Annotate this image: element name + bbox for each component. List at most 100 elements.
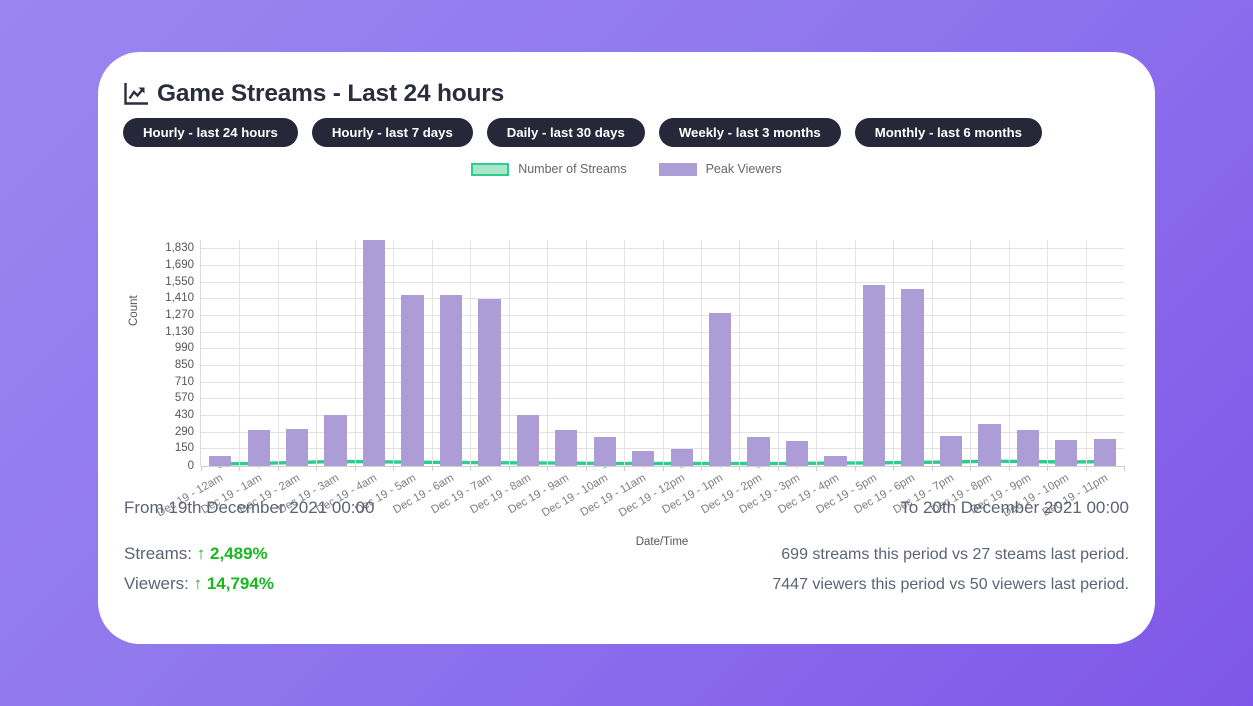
chart-bar[interactable]: [1017, 430, 1039, 466]
chart-bar[interactable]: [324, 415, 346, 466]
chart-gridline-vertical: [816, 240, 817, 466]
x-axis-tick: [509, 466, 510, 471]
legend-label-streams: Number of Streams: [518, 162, 626, 176]
x-axis-tick: [816, 466, 817, 471]
chart-gridline-vertical: [239, 240, 240, 466]
viewers-stat-row: Viewers: ↑ 14,794% 7447 viewers this per…: [124, 574, 1129, 594]
chart-bar[interactable]: [940, 436, 962, 466]
streams-change-pct: ↑ 2,489%: [197, 544, 268, 563]
y-axis-tick-label: 710: [175, 376, 194, 388]
x-axis-tick: [932, 466, 933, 471]
chart-bar[interactable]: [709, 313, 731, 466]
x-axis-tick: [778, 466, 779, 471]
y-axis-tick-label: 1,830: [165, 242, 194, 254]
x-axis-tick: [432, 466, 433, 471]
x-axis-tick: [1047, 466, 1048, 471]
chart-gridline-vertical: [278, 240, 279, 466]
viewers-stat-detail: 7447 viewers this period vs 50 viewers l…: [772, 576, 1129, 594]
x-axis-tick: [1124, 466, 1125, 471]
chart-line-icon: [124, 83, 148, 105]
y-axis-tick-label: 1,690: [165, 259, 194, 271]
x-axis-tick: [855, 466, 856, 471]
chart-bar[interactable]: [1055, 440, 1077, 466]
dashboard-card: Game Streams - Last 24 hours Hourly - la…: [98, 52, 1155, 644]
chart-bar[interactable]: [594, 437, 616, 466]
x-axis-tick: [893, 466, 894, 471]
range-button-daily-30d[interactable]: Daily - last 30 days: [487, 118, 645, 147]
x-axis-tick: [278, 466, 279, 471]
y-axis-tick-label: 1,550: [165, 276, 194, 288]
chart-bar[interactable]: [209, 456, 231, 466]
y-axis-tick-label: 570: [175, 392, 194, 404]
chart-bar[interactable]: [747, 437, 769, 466]
streams-stat-row: Streams: ↑ 2,489% 699 streams this perio…: [124, 544, 1129, 564]
chart-bar[interactable]: [363, 240, 385, 466]
date-range-from: From 19th December 2021 00:00: [124, 498, 374, 518]
chart-gridline-vertical: [355, 240, 356, 466]
legend-swatch-viewers-icon: [659, 163, 697, 176]
x-axis-tick: [701, 466, 702, 471]
chart-bar[interactable]: [286, 429, 308, 466]
chart-bar[interactable]: [632, 451, 654, 466]
y-axis-tick-label: 990: [175, 342, 194, 354]
chart-bar[interactable]: [555, 430, 577, 466]
x-axis-tick: [1086, 466, 1087, 471]
legend-item-viewers[interactable]: Peak Viewers: [659, 162, 782, 176]
y-axis-labels: 01502904305707108509901,1301,2701,4101,5…: [142, 240, 194, 466]
chart-bar[interactable]: [248, 430, 270, 466]
chart-gridline-vertical: [932, 240, 933, 466]
y-axis-tick-label: 850: [175, 359, 194, 371]
x-axis-tick: [624, 466, 625, 471]
x-axis-tick: [739, 466, 740, 471]
chart-gridline-vertical: [509, 240, 510, 466]
chart-gridline-vertical: [1086, 240, 1087, 466]
chart-bar[interactable]: [1094, 439, 1116, 466]
chart-bar[interactable]: [786, 441, 808, 466]
chart-gridline-vertical: [1009, 240, 1010, 466]
chart-gridline-vertical: [701, 240, 702, 466]
range-button-weekly-3m[interactable]: Weekly - last 3 months: [659, 118, 841, 147]
range-button-hourly-7d[interactable]: Hourly - last 7 days: [312, 118, 473, 147]
date-range-to: To 20th December 2021 00:00: [900, 498, 1129, 518]
chart-gridline-vertical: [893, 240, 894, 466]
legend-item-streams[interactable]: Number of Streams: [471, 162, 626, 176]
y-axis-tick-label: 1,270: [165, 309, 194, 321]
chart-gridline-vertical: [739, 240, 740, 466]
summary-footer: From 19th December 2021 00:00 To 20th De…: [124, 498, 1129, 604]
chart-bar[interactable]: [978, 424, 1000, 466]
chart-legend: Number of Streams Peak Viewers: [98, 162, 1155, 176]
x-axis-tick: [316, 466, 317, 471]
chart-bar[interactable]: [517, 415, 539, 466]
x-axis-tick: [547, 466, 548, 471]
y-axis-tick-label: 1,130: [165, 326, 194, 338]
chart-gridline-vertical: [663, 240, 664, 466]
y-axis-tick-label: 290: [175, 426, 194, 438]
chart-gridline-vertical: [1047, 240, 1048, 466]
x-axis-tick: [355, 466, 356, 471]
chart-bar[interactable]: [440, 295, 462, 466]
y-axis-title: Count: [128, 295, 140, 326]
viewers-stat-label: Viewers: ↑ 14,794%: [124, 574, 274, 594]
chart-bar[interactable]: [671, 449, 693, 466]
chart-bar[interactable]: [401, 295, 423, 466]
chart-bar[interactable]: [478, 299, 500, 466]
range-button-group: Hourly - last 24 hours Hourly - last 7 d…: [123, 118, 1042, 147]
chart-gridline-vertical: [586, 240, 587, 466]
x-axis-tick: [470, 466, 471, 471]
y-axis-tick-label: 0: [188, 460, 194, 472]
range-button-hourly-24h[interactable]: Hourly - last 24 hours: [123, 118, 298, 147]
viewers-change-pct: ↑ 14,794%: [194, 574, 274, 593]
chart-bar[interactable]: [824, 456, 846, 466]
chart-bar[interactable]: [863, 285, 885, 466]
chart-gridline-vertical: [432, 240, 433, 466]
chart-plot-area: [200, 240, 1124, 466]
chart-bar[interactable]: [901, 289, 923, 466]
x-axis-tick: [970, 466, 971, 471]
range-button-monthly-6m[interactable]: Monthly - last 6 months: [855, 118, 1042, 147]
page-title: Game Streams - Last 24 hours: [157, 80, 504, 108]
viewers-label-text: Viewers:: [124, 574, 189, 593]
streams-label-text: Streams:: [124, 544, 192, 563]
chart-gridline-vertical: [624, 240, 625, 466]
y-axis-tick-label: 1,410: [165, 292, 194, 304]
date-range-row: From 19th December 2021 00:00 To 20th De…: [124, 498, 1129, 518]
